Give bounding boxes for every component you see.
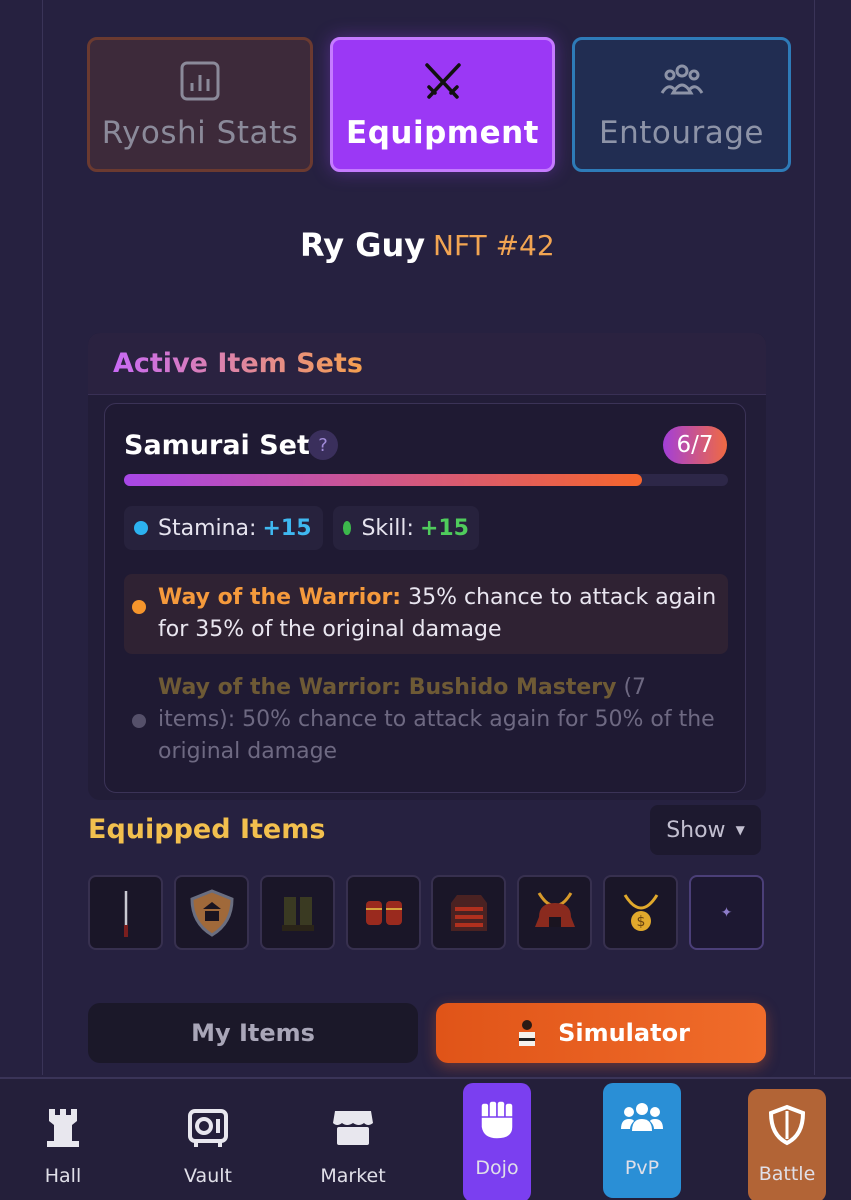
caret-down-icon: ▼	[735, 823, 745, 837]
boots-icon	[281, 896, 314, 931]
character-nft-id: NFT #42	[433, 229, 555, 262]
tab-entourage[interactable]: Entourage	[572, 37, 791, 172]
simulator-label: Simulator	[558, 1019, 690, 1047]
active-item-sets-panel: Active Item Sets Samurai Set ? 6/7 Stami…	[88, 333, 766, 800]
stat-value: +15	[419, 515, 469, 541]
bonus-name: Way of the Warrior: Bushido Mastery	[158, 675, 617, 700]
items-simulator-toggle: My Items Simulator	[88, 1003, 766, 1065]
stat-label: Skill:	[361, 515, 414, 541]
nav-label: Market	[320, 1165, 386, 1187]
tab-ryoshi-stats[interactable]: Ryoshi Stats	[87, 37, 313, 172]
inactive-dot-icon	[132, 714, 146, 728]
nav-label: Vault	[184, 1165, 232, 1187]
fist-icon	[480, 1100, 514, 1140]
equipment-slot-helmet[interactable]	[517, 875, 592, 950]
svg-text:$: $	[636, 914, 645, 930]
frame-divider-left	[42, 0, 43, 1075]
nav-pvp[interactable]: PvP	[603, 1083, 681, 1198]
set-count-badge: 6/7	[663, 426, 727, 464]
equipment-slot-weapon[interactable]	[88, 875, 163, 950]
nav-label: Battle	[758, 1163, 816, 1185]
equipment-slot-shield[interactable]	[174, 875, 249, 950]
stat-value: +15	[262, 515, 312, 541]
show-dropdown[interactable]: Show ▼	[650, 805, 761, 855]
set-card-samurai: Samurai Set ? 6/7 Stamina: +15 Skill: +1…	[104, 403, 746, 793]
character-name: Ry Guy	[300, 226, 426, 264]
shield-icon	[768, 1104, 806, 1146]
set-progress-fill	[124, 474, 642, 486]
helmet-icon	[534, 891, 575, 927]
stamina-dot-icon	[134, 521, 148, 535]
skill-dot-icon	[343, 521, 352, 535]
users-icon	[621, 1103, 663, 1131]
set-bonus-active: Way of the Warrior: 35% chance to attack…	[124, 574, 728, 654]
show-label: Show	[666, 817, 726, 843]
vault-icon	[188, 1109, 228, 1147]
nav-vault[interactable]: Vault	[169, 1091, 247, 1196]
shield-icon	[189, 888, 234, 937]
tab-label: Ryoshi Stats	[101, 114, 299, 151]
sets-title: Active Item Sets	[113, 348, 363, 379]
equipment-slot-gloves[interactable]	[346, 875, 421, 950]
chart-icon	[180, 61, 220, 100]
nav-hall[interactable]: Hall	[24, 1091, 102, 1196]
group-icon	[660, 64, 703, 94]
my-items-button[interactable]: My Items	[88, 1003, 418, 1063]
nav-label: PvP	[624, 1157, 660, 1179]
gold-chain-icon: $	[623, 893, 658, 931]
nav-label: Dojo	[475, 1157, 519, 1179]
nav-label: Hall	[44, 1165, 82, 1187]
equipment-slot-boots[interactable]	[260, 875, 335, 950]
tab-label: Equipment	[346, 114, 539, 151]
tab-label: Entourage	[599, 114, 764, 151]
bonus-text: : 50% chance to attack again for 50% of …	[158, 707, 715, 764]
crossed-swords-icon	[424, 62, 461, 99]
karate-icon	[519, 1020, 536, 1046]
equipped-items-title: Equipped Items	[88, 814, 326, 845]
empty-slot-icon: ✦	[720, 904, 733, 921]
equipment-slot-armor[interactable]	[431, 875, 506, 950]
nav-battle[interactable]: Battle	[748, 1089, 826, 1200]
bonus-name: Way of the Warrior:	[158, 585, 402, 610]
set-progress-bar	[124, 474, 728, 486]
my-items-label: My Items	[191, 1019, 315, 1047]
simulator-button[interactable]: Simulator	[436, 1003, 766, 1063]
stat-stamina: Stamina: +15	[124, 506, 323, 550]
bottom-nav: Hall Vault Market Dojo PvP Battle	[0, 1077, 851, 1200]
stat-skill: Skill: +15	[333, 506, 479, 550]
set-name: Samurai Set	[124, 430, 310, 461]
nav-dojo[interactable]: Dojo	[463, 1083, 531, 1200]
frame-divider-right	[814, 0, 815, 1075]
equipment-slot-empty[interactable]: ✦	[689, 875, 764, 950]
equipment-slot-necklace[interactable]: $	[603, 875, 678, 950]
armor-icon	[450, 894, 487, 931]
katana-icon	[123, 890, 128, 937]
market-icon	[333, 1111, 373, 1145]
nav-market[interactable]: Market	[314, 1091, 392, 1196]
help-icon[interactable]: ?	[308, 430, 338, 460]
gauntlets-icon	[365, 900, 402, 925]
active-dot-icon	[132, 600, 146, 614]
sets-header: Active Item Sets	[88, 333, 766, 395]
tab-equipment[interactable]: Equipment	[330, 37, 555, 172]
stat-label: Stamina:	[158, 515, 257, 541]
tower-icon	[47, 1109, 79, 1147]
set-bonus-inactive: Way of the Warrior: Bushido Mastery (7 i…	[124, 670, 728, 770]
